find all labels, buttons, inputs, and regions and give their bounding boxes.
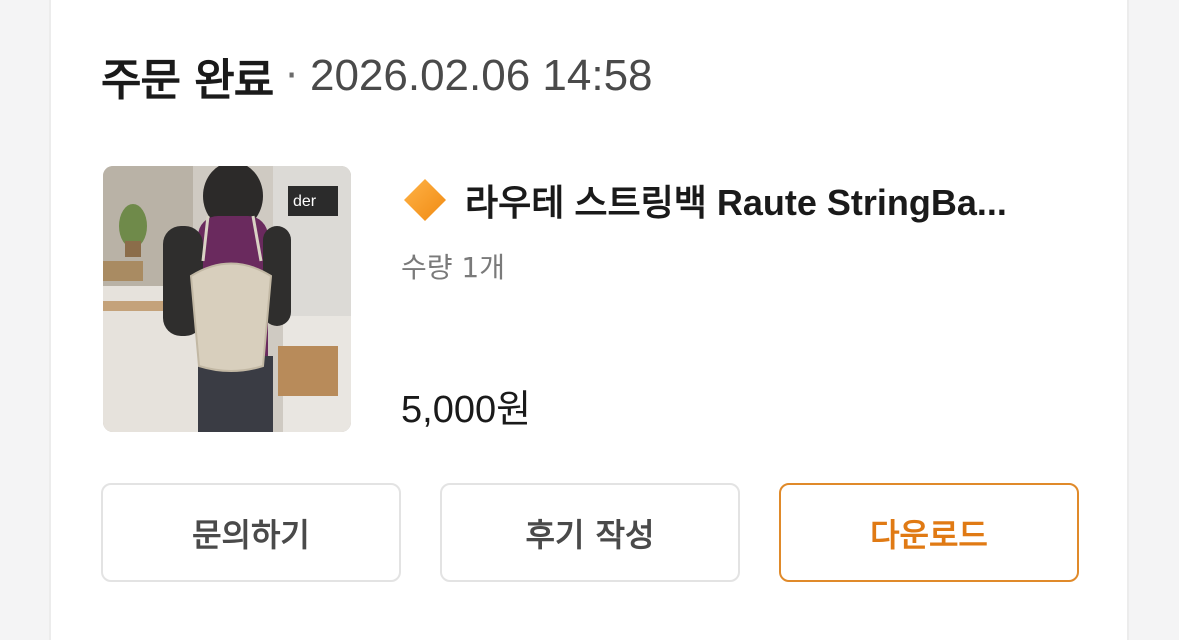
orange-diamond-icon xyxy=(404,179,446,221)
product-title-row[interactable]: 라우테 스트링백 Raute StringBa... xyxy=(401,172,1091,228)
download-button[interactable]: 다운로드 xyxy=(779,483,1079,582)
product-price: 5,000원 xyxy=(401,389,532,431)
product-quantity: 수량 1개 xyxy=(401,251,505,284)
order-status: 주문 완료 xyxy=(101,55,274,106)
inquiry-button[interactable]: 문의하기 xyxy=(101,483,401,582)
order-date: 2026.02.06 14:58 xyxy=(309,51,653,100)
order-header: 주문 완료 · 2026.02.06 14:58 xyxy=(101,44,653,108)
product-title: 라우테 스트링백 Raute StringBa... xyxy=(465,182,1007,223)
svg-text:der: der xyxy=(293,193,317,210)
order-card: 주문 완료 · 2026.02.06 14:58 der 라우테 스트링백 Ra… xyxy=(49,0,1129,640)
write-review-button[interactable]: 후기 작성 xyxy=(440,483,740,582)
product-photo: der xyxy=(103,166,351,432)
product-thumbnail[interactable]: der xyxy=(103,166,351,432)
separator-dot: · xyxy=(285,53,298,99)
